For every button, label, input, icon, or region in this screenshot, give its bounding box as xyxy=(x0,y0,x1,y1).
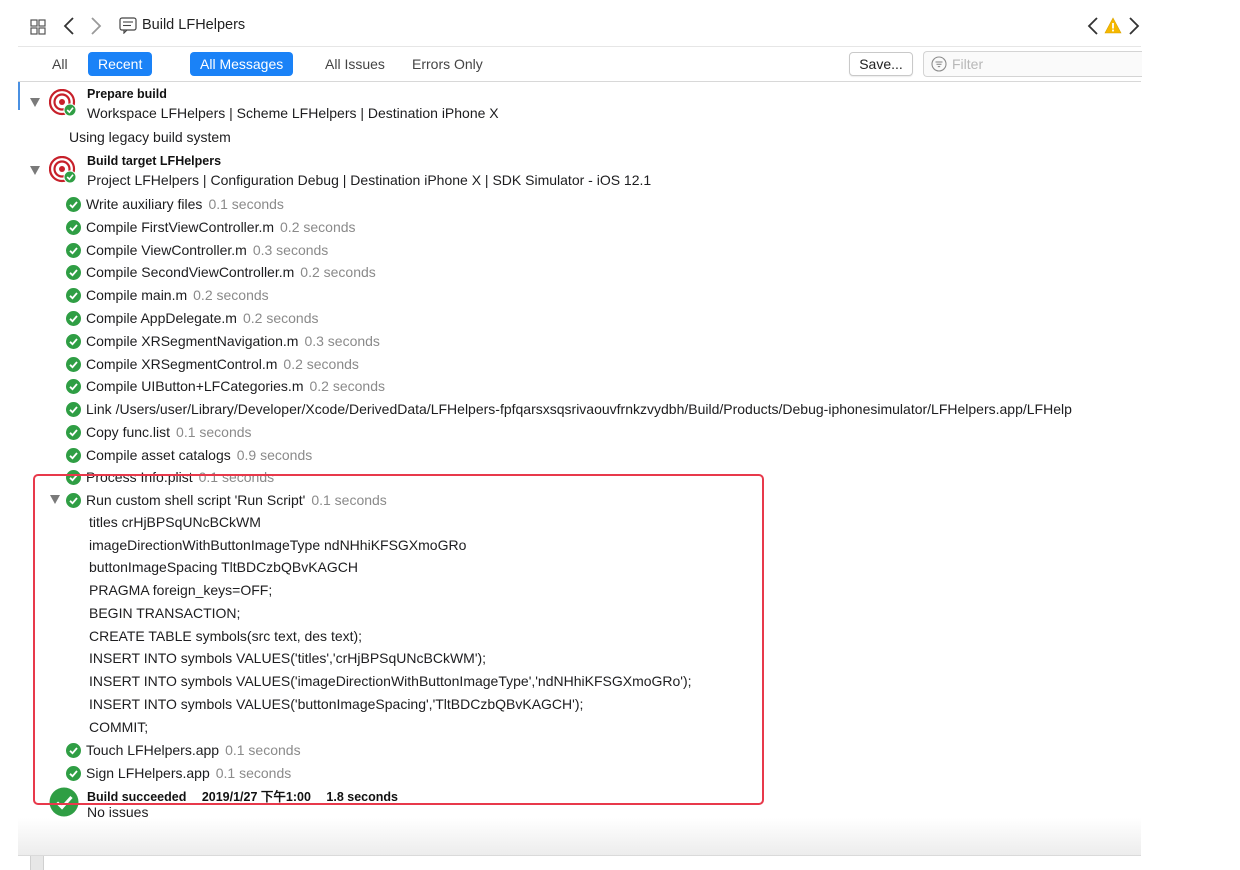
step-label: Compile UIButton+LFCategories.m xyxy=(86,378,304,394)
step-duration: 0.1 seconds xyxy=(208,196,284,212)
forward-chevron-icon[interactable] xyxy=(89,12,103,40)
messages-issues-tab[interactable]: All Issues xyxy=(315,52,395,76)
selection-indicator xyxy=(18,82,20,110)
warning-icon[interactable] xyxy=(1104,17,1122,34)
step-duration: 0.3 seconds xyxy=(252,242,329,258)
success-check-icon xyxy=(66,425,81,440)
prepare-build-title[interactable]: Prepare build xyxy=(87,87,167,101)
build-target-details: Project LFHelpers | Configuration Debug … xyxy=(87,172,652,188)
prepare-build-details: Workspace LFHelpers | Scheme LFHelpers |… xyxy=(87,105,499,121)
success-check-icon xyxy=(66,265,81,280)
success-check-icon xyxy=(66,197,81,212)
related-items-grid-icon[interactable] xyxy=(30,19,46,35)
success-check-icon xyxy=(66,379,81,394)
disclosure-triangle-icon[interactable] xyxy=(30,98,40,107)
previous-issue-chevron-icon[interactable] xyxy=(1087,14,1099,38)
step-duration: 0.2 seconds xyxy=(283,356,359,372)
step-label: Compile main.m xyxy=(86,287,188,303)
save-button[interactable]: Save... xyxy=(849,52,913,76)
navigation-bar: Build LFHelpers xyxy=(18,0,1141,47)
back-chevron-icon[interactable] xyxy=(62,12,76,40)
step-duration: 0.9 seconds xyxy=(236,447,313,463)
step-label: Copy func.list xyxy=(86,424,171,440)
highlight-annotation-box xyxy=(33,474,764,805)
success-check-icon xyxy=(66,288,81,303)
success-check-icon xyxy=(66,448,81,463)
breadcrumb-title[interactable]: Build LFHelpers xyxy=(142,17,245,33)
scope-all-tab[interactable]: All xyxy=(42,52,78,76)
legacy-build-note: Using legacy build system xyxy=(69,129,231,145)
divider xyxy=(18,855,1141,856)
success-check-icon xyxy=(66,357,81,372)
filter-placeholder: Filter xyxy=(952,56,984,72)
scrollbar[interactable] xyxy=(30,856,44,870)
success-check-icon xyxy=(66,402,81,417)
disclosure-triangle-icon[interactable] xyxy=(30,166,40,175)
step-duration: 0.2 seconds xyxy=(280,219,356,235)
success-check-icon xyxy=(66,243,81,258)
step-label: Write auxiliary files xyxy=(86,196,203,212)
step-duration: 0.2 seconds xyxy=(309,378,386,394)
step-label: Compile XRSegmentControl.m xyxy=(86,356,278,372)
success-check-icon xyxy=(66,220,81,235)
log-bottom-fade xyxy=(18,818,1141,856)
step-duration: 0.1 seconds xyxy=(176,424,252,440)
success-check-icon xyxy=(66,311,81,326)
success-check-icon xyxy=(66,334,81,349)
messages-all-tab[interactable]: All Messages xyxy=(190,52,294,76)
step-label: Link /Users/user/Library/Developer/Xcode… xyxy=(86,401,1072,417)
build-target-icon xyxy=(49,89,77,117)
next-issue-chevron-icon[interactable] xyxy=(1128,14,1140,38)
step-label: Compile asset catalogs xyxy=(86,447,231,463)
step-duration: 0.2 seconds xyxy=(242,310,319,326)
step-duration: 0.3 seconds xyxy=(304,333,380,349)
filter-input[interactable]: Filter xyxy=(923,51,1142,77)
messages-errors-tab[interactable]: Errors Only xyxy=(402,52,493,76)
step-duration: 0.2 seconds xyxy=(300,264,376,280)
step-duration: 0.2 seconds xyxy=(193,287,269,303)
step-label: Compile XRSegmentNavigation.m xyxy=(86,333,299,349)
filter-icon xyxy=(931,56,947,72)
build-target-icon xyxy=(49,156,77,184)
log-step-row[interactable]: Link /Users/user/Library/Developer/Xcode… xyxy=(66,401,1141,423)
build-target-title[interactable]: Build target LFHelpers xyxy=(87,154,221,168)
step-label: Compile SecondViewController.m xyxy=(86,264,295,280)
build-log-icon xyxy=(119,17,137,34)
scope-recent-tab[interactable]: Recent xyxy=(88,52,153,76)
scope-filter-bar: All Recent All Messages All Issues Error… xyxy=(18,47,1142,82)
step-label: Compile AppDelegate.m xyxy=(86,310,237,326)
step-label: Compile FirstViewController.m xyxy=(86,219,275,235)
step-label: Compile ViewController.m xyxy=(86,242,247,258)
